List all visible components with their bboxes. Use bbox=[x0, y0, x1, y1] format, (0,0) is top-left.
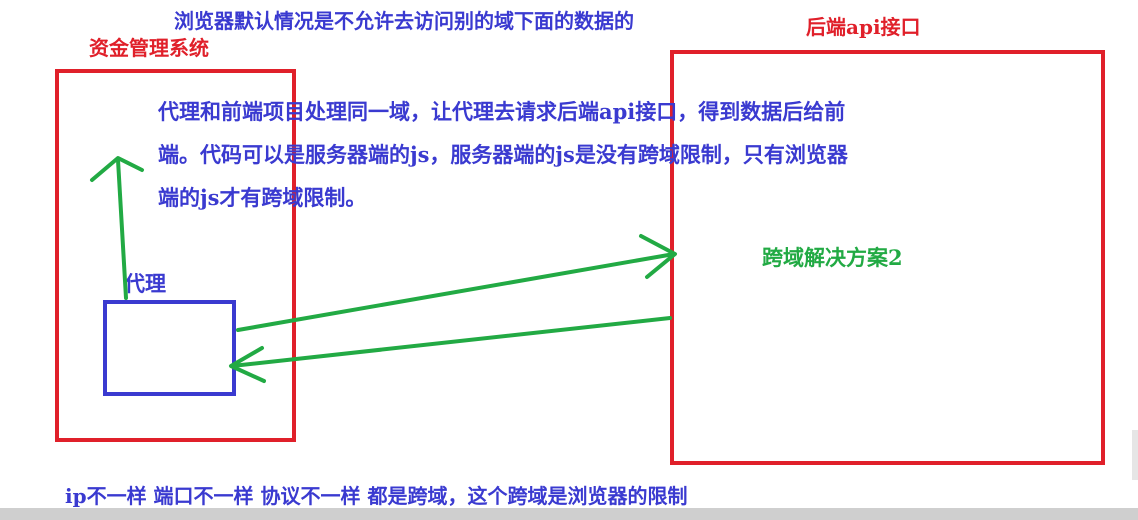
explanation-line-3: 端的js才有跨域限制。 bbox=[158, 185, 367, 210]
explanation-line-1: 代理和前端项目处理同一域，让代理去请求后端api接口，得到数据后给前 bbox=[158, 99, 846, 124]
arrow-backend-to-proxy bbox=[229, 316, 672, 383]
fund-management-system-label: 资金管理系统 bbox=[89, 36, 209, 60]
arrow-proxy-to-backend bbox=[236, 234, 677, 332]
explanation-text: 代理和前端项目处理同一域，让代理去请求后端api接口，得到数据后给前 端。代码可… bbox=[158, 90, 1058, 219]
backend-api-label: 后端api接口 bbox=[806, 15, 921, 39]
explanation-line-2: 端。代码可以是服务器端的js，服务器端的js是没有跨域限制，只有浏览器 bbox=[158, 142, 848, 167]
footer-note: ip不一样 端口不一样 协议不一样 都是跨域，这个跨域是浏览器的限制 bbox=[65, 484, 688, 508]
proxy-label: 代理 bbox=[124, 271, 166, 296]
horizontal-scrollbar[interactable] bbox=[0, 508, 1138, 520]
diagram-canvas: 浏览器默认情况是不允许去访问别的域下面的数据的 后端api接口 资金管理系统 代… bbox=[0, 0, 1138, 520]
vertical-scrollbar[interactable] bbox=[1132, 430, 1138, 480]
proxy-box bbox=[103, 300, 236, 396]
header-note: 浏览器默认情况是不允许去访问别的域下面的数据的 bbox=[174, 9, 634, 33]
cross-domain-solution-label: 跨域解决方案2 bbox=[762, 245, 903, 270]
